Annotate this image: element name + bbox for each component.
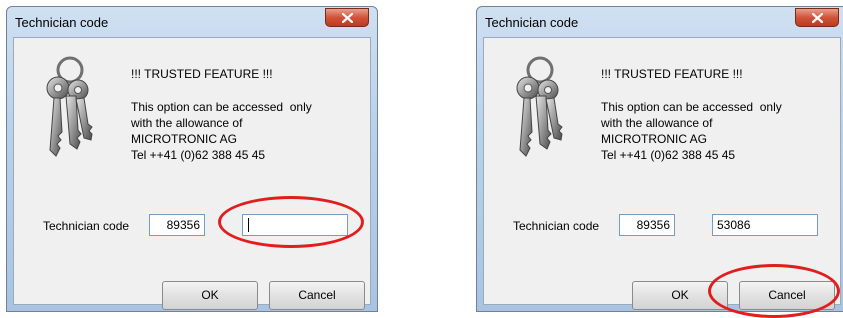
- title-bar[interactable]: Technician code: [477, 7, 843, 37]
- technician-code-label: Technician code: [513, 219, 600, 233]
- dialog-title: Technician code: [485, 15, 579, 30]
- cancel-button[interactable]: Cancel: [269, 281, 365, 310]
- cancel-button-highlight: [708, 264, 840, 318]
- close-button[interactable]: [325, 8, 369, 27]
- keys-icon: [46, 56, 93, 157]
- trusted-feature-heading: !!! TRUSTED FEATURE !!!: [131, 67, 273, 81]
- message-line: This option can be accessed only: [601, 100, 782, 114]
- message-line: with the allowance of: [131, 116, 243, 130]
- trusted-feature-heading: !!! TRUSTED FEATURE !!!: [601, 67, 743, 81]
- close-x-icon: [812, 13, 823, 23]
- dialog-title: Technician code: [15, 15, 109, 30]
- access-message: This option can be accessed only with th…: [601, 99, 782, 163]
- response-code-input[interactable]: 53086: [712, 214, 818, 236]
- dialog-content: !!! TRUSTED FEATURE !!! This option can …: [13, 37, 371, 310]
- message-line: This option can be accessed only: [131, 100, 312, 114]
- message-line: MICROTRONIC AG: [601, 132, 708, 146]
- close-x-icon: [342, 13, 353, 23]
- technician-code-field[interactable]: 89356: [619, 214, 675, 236]
- close-button[interactable]: [795, 8, 839, 27]
- message-line: with the allowance of: [601, 116, 713, 130]
- access-message: This option can be accessed only with th…: [131, 99, 312, 163]
- message-line: MICROTRONIC AG: [131, 132, 238, 146]
- response-field-highlight: [218, 196, 364, 248]
- keys-icon: [516, 56, 563, 157]
- message-line: Tel ++41 (0)62 388 45 45: [131, 148, 266, 162]
- title-bar[interactable]: Technician code: [7, 7, 377, 37]
- technician-code-dialog-1: Technician code !!! TRUSTED FEATURE !!!: [6, 6, 378, 312]
- ok-button[interactable]: OK: [162, 281, 258, 310]
- technician-code-label: Technician code: [43, 219, 130, 233]
- message-line: Tel ++41 (0)62 388 45 45: [601, 148, 736, 162]
- technician-code-field[interactable]: 89356: [149, 214, 205, 236]
